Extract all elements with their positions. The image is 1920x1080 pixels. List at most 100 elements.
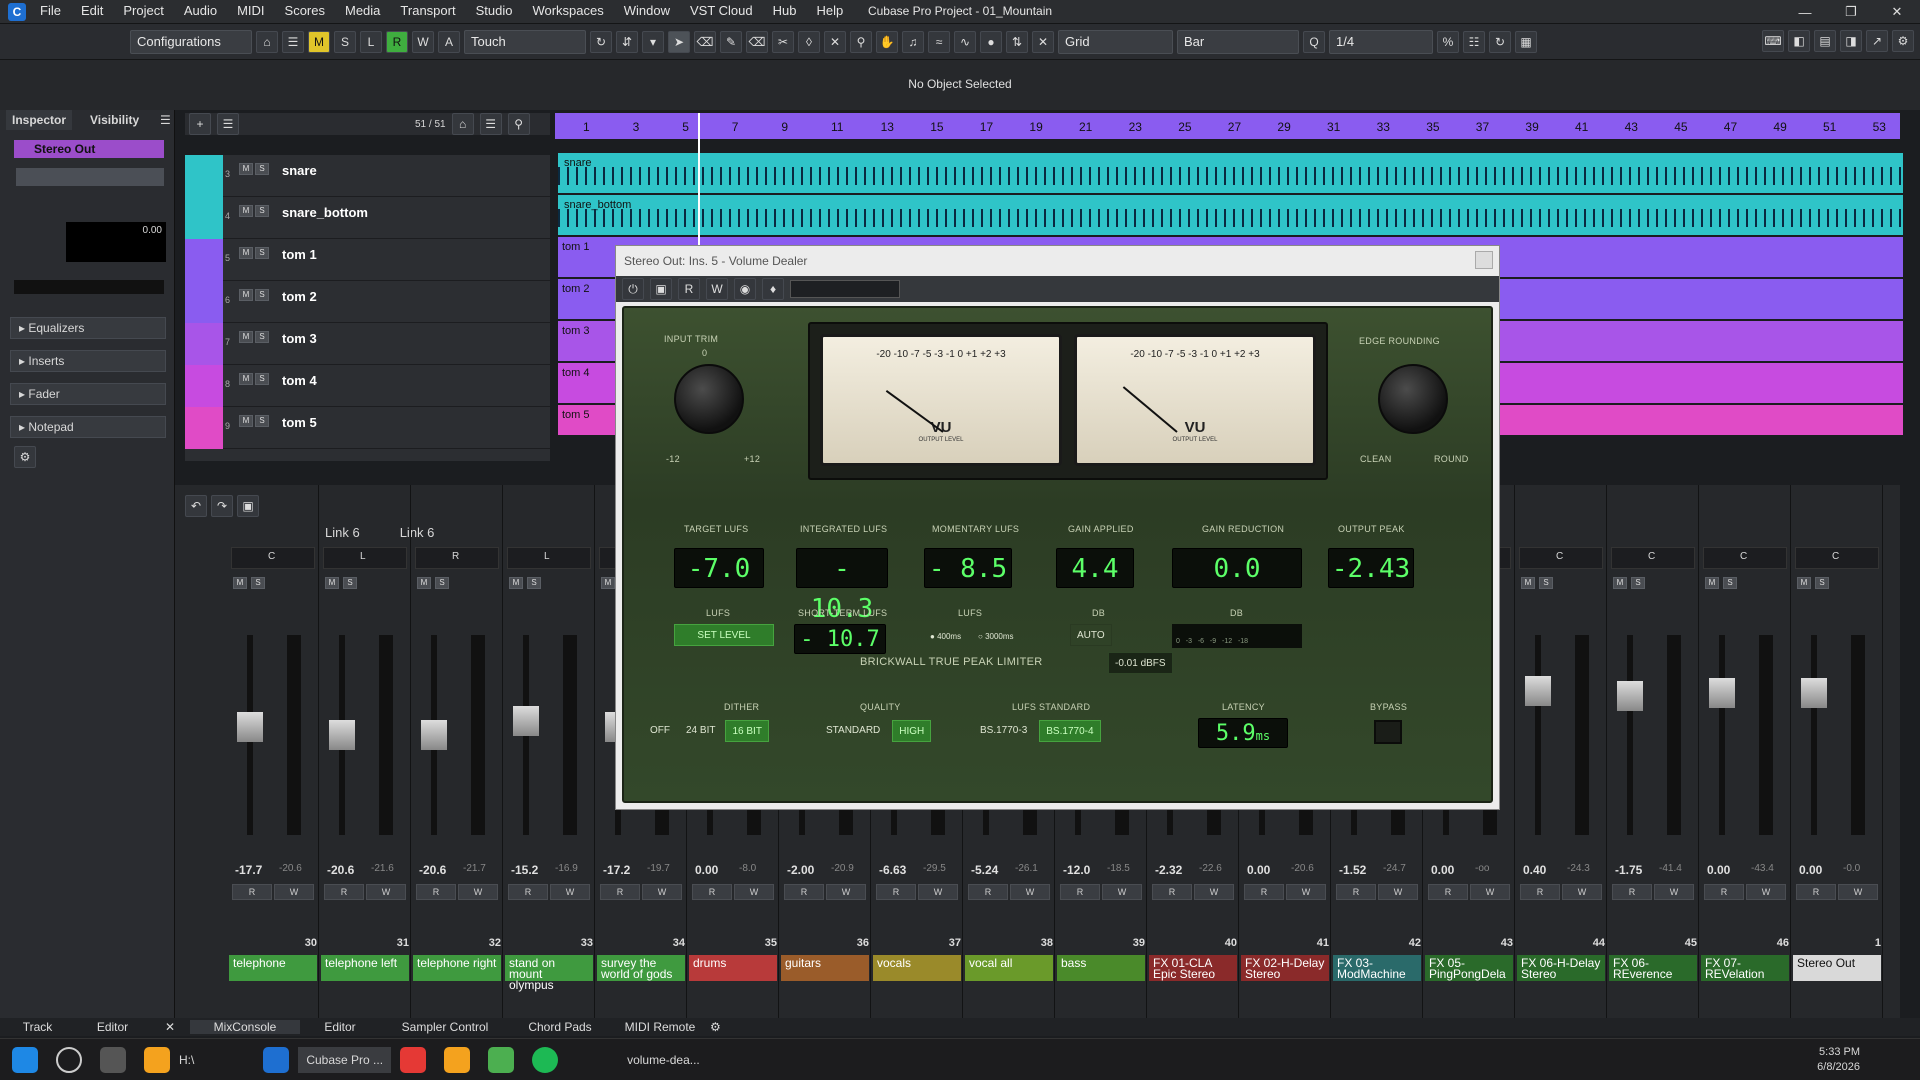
solo-button[interactable]: S bbox=[435, 577, 449, 589]
read-button[interactable]: R bbox=[1612, 884, 1652, 900]
search-icon[interactable]: ⚲ bbox=[507, 113, 530, 135]
solo-button[interactable]: S bbox=[255, 163, 269, 175]
app-icon[interactable] bbox=[488, 1046, 515, 1073]
listen-mode-button[interactable]: L bbox=[360, 31, 382, 53]
edit-icon[interactable]: ↻ bbox=[590, 31, 612, 53]
timeline-ruler[interactable]: 1 3 5 7 9 11 13 15 17 19 21 23 25 27 29 31 33 35 37 39 41 43 4… bbox=[555, 113, 1900, 139]
mute-button[interactable]: M bbox=[325, 577, 339, 589]
lower-zone-icon[interactable]: ▤ bbox=[1814, 30, 1836, 52]
snap-toggle-icon[interactable]: ✕ bbox=[1032, 31, 1054, 53]
audition-mode-button[interactable]: A bbox=[438, 31, 460, 53]
menu-vst-cloud[interactable]: VST Cloud bbox=[690, 3, 753, 18]
sidechain-icon[interactable]: ◉ bbox=[734, 278, 756, 300]
volume-fader[interactable] bbox=[513, 706, 539, 737]
write-button[interactable]: W bbox=[1010, 884, 1050, 900]
home-icon[interactable]: ⌂ bbox=[256, 31, 278, 53]
read-button[interactable]: R bbox=[416, 884, 456, 900]
volume-fader[interactable] bbox=[1617, 680, 1643, 711]
mute-button[interactable]: M bbox=[239, 415, 253, 427]
restore-icon[interactable]: ❐ bbox=[1828, 4, 1874, 20]
write-button[interactable]: W bbox=[642, 884, 682, 900]
inspector-channel-name[interactable]: Stereo Out bbox=[14, 140, 164, 158]
color-tool-icon[interactable]: ● bbox=[980, 31, 1002, 53]
track-row[interactable]: 9 MS tom 5 bbox=[185, 407, 550, 449]
solo-button[interactable]: S bbox=[255, 415, 269, 427]
solo-button[interactable]: S bbox=[255, 373, 269, 385]
eraser-tool-icon[interactable]: ⌫ bbox=[746, 31, 768, 53]
volume-fader[interactable] bbox=[1525, 675, 1551, 706]
settings-gear-icon[interactable]: ⚙ bbox=[14, 446, 36, 468]
file-explorer-icon[interactable] bbox=[144, 1046, 170, 1073]
tab-mixconsole[interactable]: MixConsole bbox=[190, 1020, 300, 1034]
chevron-down-icon[interactable]: ▾ bbox=[642, 31, 664, 53]
solo-button[interactable]: S bbox=[255, 289, 269, 301]
split-tool-icon[interactable]: ✂ bbox=[772, 31, 794, 53]
channel-name[interactable]: FX 06-H-Delay Stereo bbox=[1517, 955, 1605, 981]
menu-studio[interactable]: Studio bbox=[476, 3, 513, 18]
write-button[interactable]: W bbox=[1378, 884, 1418, 900]
pan-control[interactable]: C bbox=[1611, 547, 1695, 569]
tab-editor-left[interactable]: Editor bbox=[75, 1020, 150, 1034]
tab-midi-remote[interactable]: MIDI Remote bbox=[610, 1020, 710, 1034]
gear-icon[interactable]: ⚙ bbox=[710, 1020, 730, 1034]
menu-transport[interactable]: Transport bbox=[400, 3, 455, 18]
channel-name[interactable]: bass bbox=[1057, 955, 1145, 981]
channel-name[interactable]: survey the world of gods bbox=[597, 955, 685, 981]
search-icon[interactable] bbox=[56, 1046, 82, 1073]
warp-tool-icon[interactable]: ∿ bbox=[954, 31, 976, 53]
write-button[interactable]: W bbox=[1562, 884, 1602, 900]
mute-button[interactable]: M bbox=[239, 205, 253, 217]
menu-window[interactable]: Window bbox=[624, 3, 670, 18]
menu-edit[interactable]: Edit bbox=[81, 3, 103, 18]
menu-workspaces[interactable]: Workspaces bbox=[532, 3, 603, 18]
tab-chord-pads[interactable]: Chord Pads bbox=[510, 1020, 610, 1034]
mute-button[interactable]: M bbox=[239, 289, 253, 301]
track-row[interactable]: 8 MS tom 4 bbox=[185, 365, 550, 407]
bypass-icon[interactable]: ▣ bbox=[650, 278, 672, 300]
snap-type-dropdown[interactable]: Grid bbox=[1058, 30, 1173, 54]
menu-scores[interactable]: Scores bbox=[285, 3, 325, 18]
channel-name[interactable]: FX 06-REverence bbox=[1609, 955, 1697, 981]
zoom-tool-icon[interactable]: ⚲ bbox=[850, 31, 872, 53]
volume-fader[interactable] bbox=[1709, 677, 1735, 708]
read-button[interactable]: R bbox=[1520, 884, 1560, 900]
menu-hub[interactable]: Hub bbox=[773, 3, 797, 18]
solo-button[interactable]: S bbox=[527, 577, 541, 589]
write-button[interactable]: W bbox=[1470, 884, 1510, 900]
configurations-dropdown[interactable]: Configurations bbox=[130, 30, 252, 54]
read-button[interactable]: R bbox=[1796, 884, 1836, 900]
windows-start-icon[interactable] bbox=[12, 1046, 38, 1073]
menu-project[interactable]: Project bbox=[123, 3, 163, 18]
minimize-icon[interactable]: — bbox=[1782, 5, 1828, 20]
channel-name[interactable]: telephone bbox=[229, 955, 317, 981]
write-button[interactable]: W bbox=[1838, 884, 1878, 900]
solo-button[interactable]: S bbox=[1539, 577, 1553, 589]
write-button[interactable]: W bbox=[274, 884, 314, 900]
channel-name[interactable]: vocals bbox=[873, 955, 961, 981]
write-button[interactable]: W bbox=[366, 884, 406, 900]
mute-button[interactable]: M bbox=[1521, 577, 1535, 589]
solo-button[interactable]: S bbox=[255, 205, 269, 217]
section-notepad[interactable]: ▸ Notepad bbox=[10, 416, 166, 438]
write-mode-button[interactable]: W bbox=[412, 31, 434, 53]
bypass-button[interactable] bbox=[1374, 720, 1402, 744]
cubase-taskbar-button[interactable]: Cubase Pro ... bbox=[298, 1046, 392, 1073]
volume-fader[interactable] bbox=[237, 711, 263, 742]
menu-help[interactable]: Help bbox=[817, 3, 844, 18]
read-button[interactable]: R bbox=[1152, 884, 1192, 900]
volume-fader[interactable] bbox=[421, 720, 447, 750]
quality-high-button[interactable]: HIGH bbox=[892, 720, 932, 742]
pan-control[interactable]: C bbox=[231, 547, 315, 569]
lufs-std-1770-3-button[interactable]: BS.1770-3 bbox=[974, 720, 1033, 742]
add-folder-icon[interactable]: ☰ bbox=[217, 113, 239, 135]
app-icon[interactable] bbox=[444, 1046, 471, 1073]
export-icon[interactable]: ↗ bbox=[1866, 30, 1888, 52]
hand-tool-icon[interactable]: ✋ bbox=[876, 31, 898, 53]
read-button[interactable]: R bbox=[1336, 884, 1376, 900]
window-3000ms-option[interactable]: ○ 3000ms bbox=[972, 626, 1020, 648]
write-button[interactable]: W bbox=[1286, 884, 1326, 900]
volume-fader[interactable]: 0.00 bbox=[66, 222, 166, 262]
read-button[interactable]: R bbox=[876, 884, 916, 900]
cubase-taskbar-icon[interactable] bbox=[263, 1046, 290, 1073]
iterative-quantize-icon[interactable]: % bbox=[1437, 31, 1459, 53]
